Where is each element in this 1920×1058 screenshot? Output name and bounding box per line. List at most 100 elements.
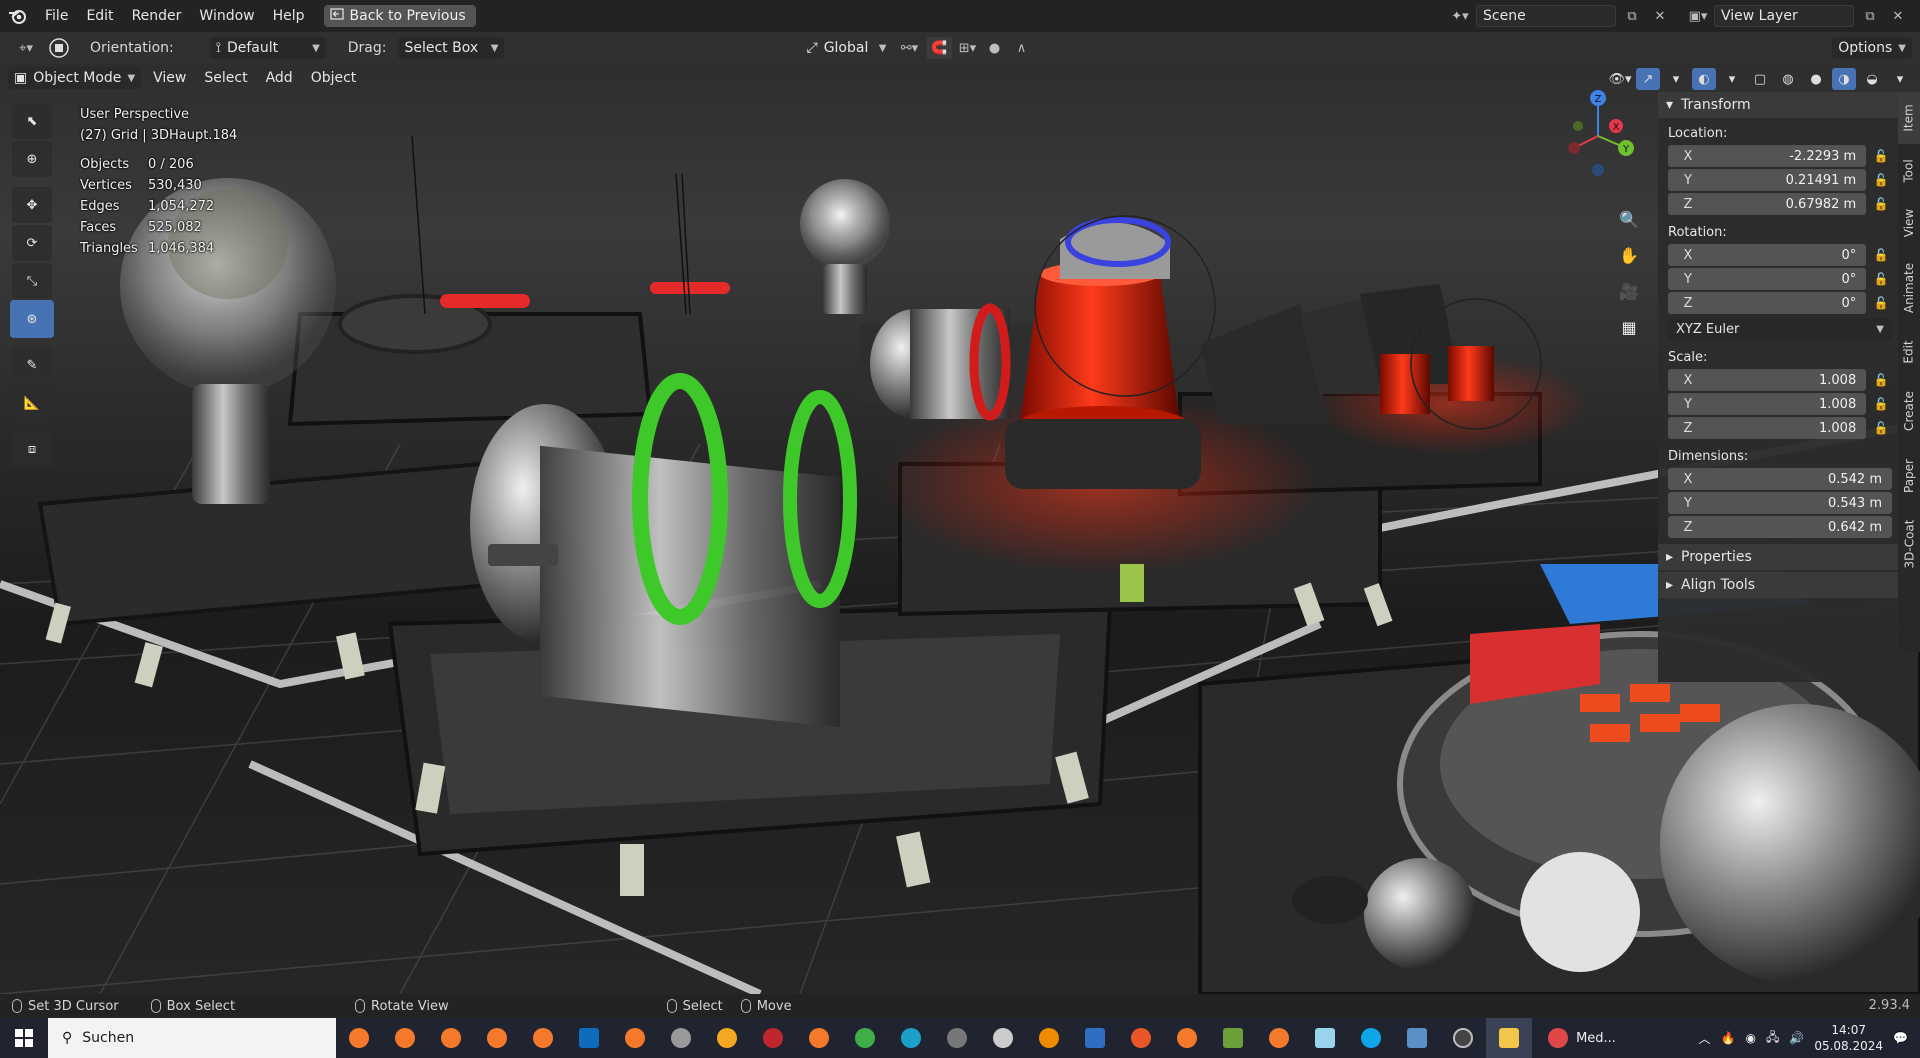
taskbar-notepad-icon[interactable] bbox=[1302, 1018, 1348, 1058]
taskbar-app-icon[interactable] bbox=[1394, 1018, 1440, 1058]
lock-icon[interactable]: 🔓 bbox=[1870, 421, 1892, 435]
menu-file[interactable]: File bbox=[36, 0, 77, 32]
clock[interactable]: 14:07 05.08.2024 bbox=[1814, 1022, 1883, 1054]
properties-panel-header[interactable]: ▸ Properties bbox=[1658, 544, 1898, 570]
transform-orientation-dropdown[interactable]: ⤢ Global ▼ bbox=[800, 37, 893, 59]
location-x-field[interactable]: X -2.2293 m bbox=[1668, 145, 1867, 167]
falloff-icon[interactable]: ∧ bbox=[1006, 37, 1036, 59]
taskbar-blender-icon[interactable] bbox=[612, 1018, 658, 1058]
perspective-toggle-icon[interactable]: ▦ bbox=[1614, 312, 1644, 342]
taskbar-flame-icon[interactable] bbox=[704, 1018, 750, 1058]
gizmo-options-chevron-icon[interactable]: ▾ bbox=[1664, 68, 1688, 90]
tab-create[interactable]: Create bbox=[1898, 378, 1920, 444]
options-dropdown[interactable]: Options ▼ bbox=[1832, 37, 1912, 59]
delete-view-layer-icon[interactable]: ✕ bbox=[1886, 5, 1910, 27]
lock-icon[interactable]: 🔓 bbox=[1870, 197, 1892, 211]
snap-toggle-icon[interactable]: 🧲 bbox=[926, 37, 953, 59]
scale-tool[interactable]: ⤡ bbox=[10, 262, 54, 300]
snap-target-icon[interactable]: ⊞▾ bbox=[952, 37, 982, 59]
taskbar-sheet-icon[interactable] bbox=[1210, 1018, 1256, 1058]
dimensions-z-field[interactable]: Z 0.642 m bbox=[1668, 516, 1892, 538]
taskbar-blender-icon[interactable] bbox=[1164, 1018, 1210, 1058]
transform-tool[interactable]: ⊛ bbox=[10, 300, 54, 338]
new-scene-icon[interactable]: ⧉ bbox=[1620, 5, 1644, 27]
select-box-tool[interactable]: ⬉ bbox=[10, 102, 54, 140]
viewport-menu-select[interactable]: Select bbox=[198, 68, 253, 88]
taskbar-save-icon[interactable] bbox=[1072, 1018, 1118, 1058]
delete-scene-icon[interactable]: ✕ bbox=[1648, 5, 1672, 27]
taskbar-outlook-icon[interactable] bbox=[566, 1018, 612, 1058]
rotate-tool[interactable]: ⟳ bbox=[10, 224, 54, 262]
lock-icon[interactable]: 🔓 bbox=[1870, 397, 1892, 411]
view-layer-field[interactable]: View Layer bbox=[1714, 5, 1854, 27]
taskbar-app-icon[interactable] bbox=[1440, 1018, 1486, 1058]
notifications-icon[interactable]: 💬 bbox=[1893, 1031, 1908, 1045]
navigation-gizmo[interactable]: Z Y X bbox=[1560, 86, 1640, 176]
rotation-x-field[interactable]: X 0° bbox=[1668, 244, 1867, 266]
rotation-y-field[interactable]: Y 0° bbox=[1668, 268, 1867, 290]
rotation-z-field[interactable]: Z 0° bbox=[1668, 292, 1867, 314]
wireframe-shading-icon[interactable]: ◍ bbox=[1776, 68, 1800, 90]
tab-3d-coat[interactable]: 3D-Coat bbox=[1898, 508, 1920, 580]
pan-hand-icon[interactable]: ✋ bbox=[1614, 240, 1644, 270]
overlays-options-chevron-icon[interactable]: ▾ bbox=[1720, 68, 1744, 90]
taskbar-app-icon[interactable] bbox=[658, 1018, 704, 1058]
taskbar-red-app-icon[interactable] bbox=[750, 1018, 796, 1058]
rendered-shading-icon[interactable]: ◒ bbox=[1860, 68, 1884, 90]
taskbar-blender-icon[interactable] bbox=[474, 1018, 520, 1058]
tab-view[interactable]: View bbox=[1898, 198, 1920, 248]
taskbar-vlc-icon[interactable] bbox=[1026, 1018, 1072, 1058]
scale-y-field[interactable]: Y 1.008 bbox=[1668, 393, 1867, 415]
menu-edit[interactable]: Edit bbox=[77, 0, 122, 32]
zoom-icon[interactable]: 🔍 bbox=[1614, 204, 1644, 234]
lock-icon[interactable]: 🔓 bbox=[1870, 373, 1892, 387]
chevron-up-icon[interactable]: ︿ bbox=[1699, 1030, 1711, 1047]
lock-icon[interactable]: 🔓 bbox=[1870, 272, 1892, 286]
taskbar-blender-icon[interactable] bbox=[382, 1018, 428, 1058]
taskbar-blender-icon[interactable] bbox=[428, 1018, 474, 1058]
measure-tool[interactable]: 📐 bbox=[10, 384, 54, 422]
taskbar-app-icon[interactable] bbox=[934, 1018, 980, 1058]
lock-icon[interactable]: 🔓 bbox=[1870, 248, 1892, 262]
overlays-toggle-icon[interactable]: ◐ bbox=[1692, 68, 1716, 90]
network-icon[interactable]: 🖧 bbox=[1766, 1028, 1779, 1049]
transform-panel-header[interactable]: ▾ Transform bbox=[1658, 92, 1898, 118]
annotate-tool[interactable]: ✎ bbox=[10, 346, 54, 384]
camera-view-icon[interactable]: 🎥 bbox=[1614, 276, 1644, 306]
viewport-menu-view[interactable]: View bbox=[147, 68, 192, 88]
dimensions-x-field[interactable]: X 0.542 m bbox=[1668, 468, 1892, 490]
tab-item[interactable]: Item bbox=[1898, 92, 1920, 144]
location-z-field[interactable]: Z 0.67982 m bbox=[1668, 193, 1867, 215]
shading-options-chevron-icon[interactable]: ▾ bbox=[1888, 68, 1912, 90]
3d-viewport[interactable]: ▣ Object Mode ▼ View Select Add Object U… bbox=[0, 64, 1920, 994]
taskbar-active-app[interactable]: Med... bbox=[1532, 1018, 1632, 1058]
rotation-mode-dropdown[interactable]: XYZ Euler ▼ bbox=[1668, 318, 1892, 340]
location-y-field[interactable]: Y 0.21491 m bbox=[1668, 169, 1867, 191]
menu-render[interactable]: Render bbox=[123, 0, 191, 32]
tab-paper[interactable]: Paper bbox=[1898, 446, 1920, 506]
scene-icon[interactable]: ✦▾ bbox=[1448, 5, 1472, 27]
cursor-tool[interactable]: ⊕ bbox=[10, 140, 54, 178]
volume-icon[interactable]: 🔊 bbox=[1789, 1031, 1804, 1045]
object-mode-dropdown[interactable]: ▣ Object Mode ▼ bbox=[8, 67, 142, 89]
active-tool-icon[interactable] bbox=[44, 37, 74, 59]
viewport-menu-add[interactable]: Add bbox=[260, 68, 299, 88]
view-layer-icon[interactable]: ▣▾ bbox=[1686, 5, 1710, 27]
lock-icon[interactable]: 🔓 bbox=[1870, 149, 1892, 163]
taskbar-blender-icon[interactable] bbox=[520, 1018, 566, 1058]
scene-name-field[interactable]: Scene bbox=[1476, 5, 1616, 27]
scale-z-field[interactable]: Z 1.008 bbox=[1668, 417, 1867, 439]
new-view-layer-icon[interactable]: ⧉ bbox=[1858, 5, 1882, 27]
taskbar-firefox-icon[interactable] bbox=[1118, 1018, 1164, 1058]
taskbar-blender-icon[interactable] bbox=[1256, 1018, 1302, 1058]
lock-icon[interactable]: 🔓 bbox=[1870, 173, 1892, 187]
viewport-menu-object[interactable]: Object bbox=[305, 68, 363, 88]
drag-dropdown[interactable]: Select Box ▼ bbox=[398, 37, 505, 59]
tray-flame-icon[interactable]: 🔥 bbox=[1721, 1031, 1736, 1045]
taskbar-search-box[interactable]: ⚲ Suchen bbox=[48, 1018, 336, 1058]
tab-edit[interactable]: Edit bbox=[1898, 328, 1920, 376]
orientation-dropdown[interactable]: ⟟ Default ▼ bbox=[209, 37, 326, 59]
taskbar-blender-icon[interactable] bbox=[336, 1018, 382, 1058]
pivot-point-icon[interactable]: ⚯▾ bbox=[892, 37, 926, 59]
taskbar-explorer-icon[interactable] bbox=[1486, 1018, 1532, 1058]
